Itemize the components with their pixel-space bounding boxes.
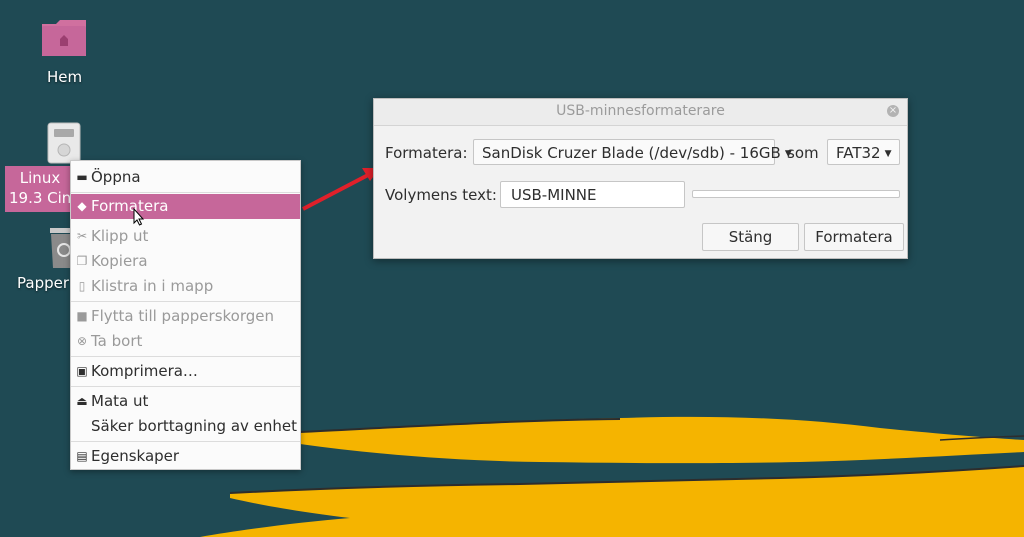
mouse-cursor-icon <box>133 208 145 226</box>
format-progress-bar <box>692 190 900 198</box>
menu-separator <box>71 386 300 387</box>
menu-separator <box>71 441 300 442</box>
volume-label: Volymens text: <box>385 186 497 204</box>
menu-separator <box>71 192 300 193</box>
copy-icon: ❐ <box>76 254 88 268</box>
menu-item-open[interactable]: ▬ Öppna <box>71 165 300 190</box>
device-select[interactable]: SanDisk Cruzer Blade (/dev/sdb) - 16GB ▼ <box>473 139 792 165</box>
close-icon[interactable]: × <box>887 105 899 117</box>
chevron-down-icon: ▼ <box>884 149 892 159</box>
menu-item-delete[interactable]: ⊗ Ta bort <box>71 329 300 354</box>
menu-item-paste[interactable]: ▯ Klistra in i mapp <box>71 274 300 299</box>
close-button[interactable]: Stäng <box>702 223 799 251</box>
menu-item-properties[interactable]: ▤ Egenskaper <box>71 444 300 469</box>
menu-item-cut[interactable]: ✂ Klipp ut <box>71 224 300 249</box>
filesystem-select[interactable]: FAT32 ▼ <box>827 139 900 165</box>
menu-item-format[interactable]: ◆ Formatera <box>71 194 300 219</box>
menu-item-safe-remove[interactable]: Säker borttagning av enhet <box>71 414 300 439</box>
context-menu: ▬ Öppna ◆ Formatera ✂ Klipp ut ❐ Kopiera… <box>70 160 301 470</box>
eraser-icon: ◆ <box>77 199 87 213</box>
archive-icon: ▣ <box>76 364 88 378</box>
eject-icon: ⏏ <box>76 394 88 408</box>
format-button[interactable]: Formatera <box>804 223 904 251</box>
volume-name-input[interactable]: USB-MINNE <box>500 181 685 208</box>
delete-icon: ⊗ <box>76 334 88 348</box>
properties-icon: ▤ <box>76 449 88 463</box>
format-label: Formatera: <box>385 144 468 162</box>
menu-item-move-to-trash[interactable]: ■ Flytta till papperskorgen <box>71 304 300 329</box>
folder-icon: ▬ <box>76 170 88 184</box>
dialog-title: USB-minnesformaterare <box>556 103 725 119</box>
usb-formatter-dialog: USB-minnesformaterare × Formatera: SanDi… <box>373 98 908 259</box>
menu-item-compress[interactable]: ▣ Komprimera… <box>71 359 300 384</box>
trash-icon: ■ <box>76 309 88 323</box>
as-label: som <box>787 144 819 162</box>
paste-icon: ▯ <box>78 279 86 293</box>
scissors-icon: ✂ <box>76 229 88 243</box>
menu-separator <box>71 301 300 302</box>
dialog-titlebar[interactable]: USB-minnesformaterare × <box>374 99 907 126</box>
menu-separator <box>71 356 300 357</box>
menu-item-copy[interactable]: ❐ Kopiera <box>71 249 300 274</box>
menu-item-eject[interactable]: ⏏ Mata ut <box>71 389 300 414</box>
